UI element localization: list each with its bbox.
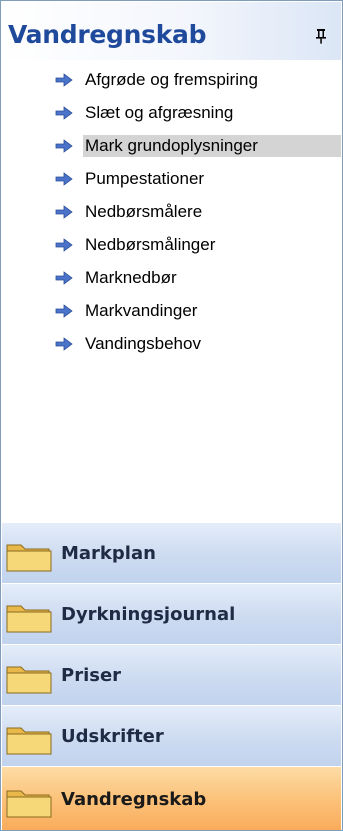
- category-label: Udskrifter: [61, 726, 164, 747]
- category-priser[interactable]: Priser: [2, 644, 341, 705]
- arrow-right-icon: [55, 337, 73, 351]
- list-item-pumpestationer[interactable]: Pumpestationer: [2, 162, 341, 195]
- folder-icon: [6, 544, 52, 572]
- arrow-right-icon: [55, 106, 73, 120]
- item-list: Afgrøde og fremspiring Slæt og afgræsnin…: [2, 63, 341, 360]
- list-item-afgroede[interactable]: Afgrøde og fremspiring: [2, 63, 341, 96]
- navigation-pane: Vandregnskab Afgrøde og fremspiring Slæt…: [0, 0, 343, 831]
- category-label: Dyrkningsjournal: [61, 604, 236, 625]
- list-item-label: Markvandinger: [85, 300, 198, 320]
- folder-icon: [6, 790, 52, 818]
- category-label: Markplan: [61, 543, 156, 564]
- category-vandregnskab[interactable]: Vandregnskab: [2, 766, 341, 830]
- list-item-label: Pumpestationer: [85, 168, 205, 188]
- category-dyrkningsjournal[interactable]: Dyrkningsjournal: [2, 583, 341, 644]
- pane-header: Vandregnskab: [2, 2, 341, 60]
- list-item-label: Nedbørsmålere: [85, 201, 203, 221]
- arrow-right-icon: [55, 205, 73, 219]
- list-item-vandingsbehov[interactable]: Vandingsbehov: [2, 327, 341, 360]
- pane-title: Vandregnskab: [8, 20, 207, 49]
- arrow-right-icon: [55, 73, 73, 87]
- category-markplan[interactable]: Markplan: [2, 522, 341, 583]
- arrow-right-icon: [55, 271, 73, 285]
- folder-icon: [6, 666, 52, 694]
- list-item-mark-grundoplysninger[interactable]: Mark grundoplysninger: [2, 129, 341, 162]
- list-item-label: Mark grundoplysninger: [83, 134, 341, 157]
- list-item-label: Marknedbør: [85, 267, 177, 287]
- category-label: Vandregnskab: [61, 789, 207, 810]
- list-item-label: Vandingsbehov: [85, 333, 201, 353]
- folder-icon: [6, 727, 52, 755]
- list-item-markvandinger[interactable]: Markvandinger: [2, 294, 341, 327]
- list-item-slaet[interactable]: Slæt og afgræsning: [2, 96, 341, 129]
- list-item-nedborsmaalinger[interactable]: Nedbørsmålinger: [2, 228, 341, 261]
- pin-icon[interactable]: [314, 28, 328, 44]
- arrow-right-icon: [55, 304, 73, 318]
- category-udskrifter[interactable]: Udskrifter: [2, 705, 341, 766]
- arrow-right-icon: [55, 172, 73, 186]
- list-item-label: Nedbørsmålinger: [85, 234, 216, 254]
- list-item-label: Afgrøde og fremspiring: [85, 69, 258, 89]
- folder-icon: [6, 605, 52, 633]
- arrow-right-icon: [55, 139, 73, 153]
- list-item-label: Slæt og afgræsning: [85, 102, 234, 122]
- arrow-right-icon: [55, 238, 73, 252]
- list-item-nedborsmaalere[interactable]: Nedbørsmålere: [2, 195, 341, 228]
- category-label: Priser: [61, 665, 122, 686]
- list-item-marknedboer[interactable]: Marknedbør: [2, 261, 341, 294]
